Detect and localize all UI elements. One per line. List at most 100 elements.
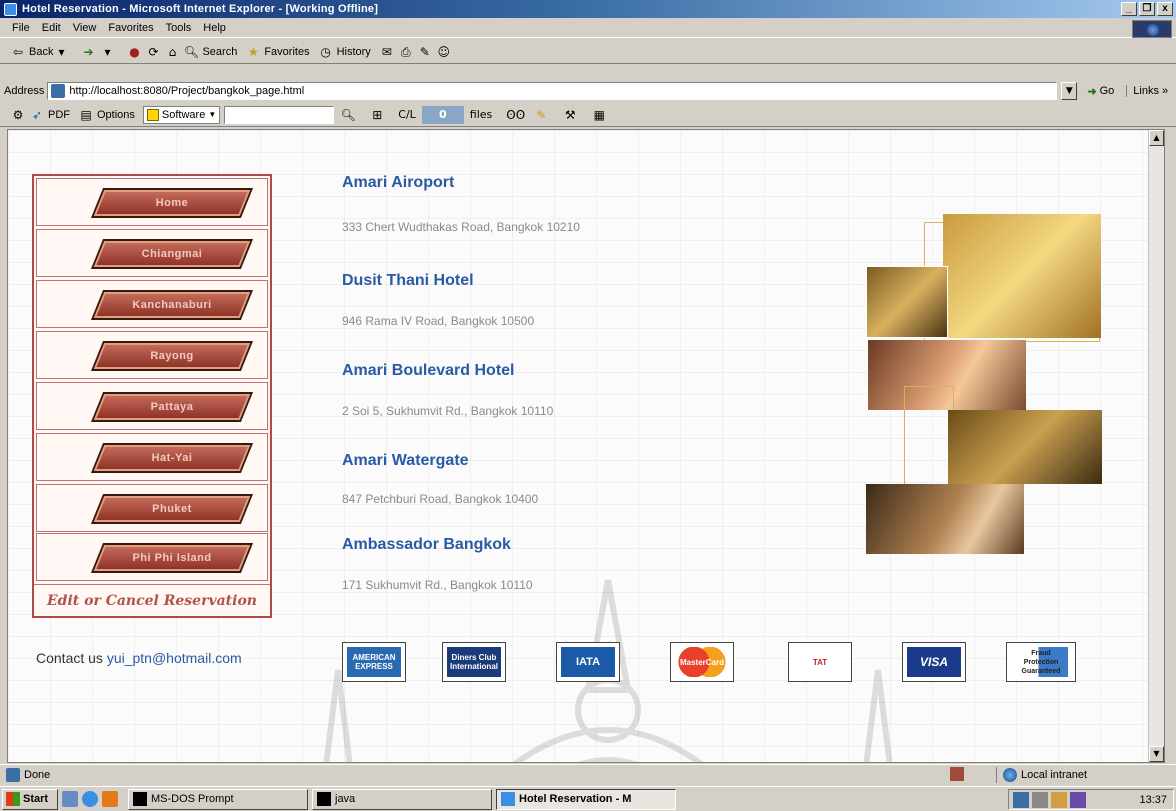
maximize-button[interactable]: ❒ (1139, 2, 1155, 16)
intranet-icon (1003, 768, 1017, 782)
menu-item-hat-yai[interactable]: Hat-Yai (36, 433, 268, 481)
forward-button[interactable]: ➔ ▾ (80, 44, 118, 60)
history-button[interactable]: ◷ History (318, 44, 371, 60)
address-url: http://localhost:8080/Project/bangkok_pa… (69, 85, 305, 97)
minimize-button[interactable]: _ (1121, 2, 1137, 16)
hotel-name-link[interactable]: Amari Watergate (342, 452, 469, 470)
card-label: TAT (793, 647, 847, 677)
home-icon[interactable]: ⌂ (164, 44, 180, 60)
status-text: Done (6, 767, 50, 782)
menu-item-label: Kanchanaburi (132, 299, 212, 311)
highlight-icon[interactable]: ⊞ (369, 107, 385, 123)
back-label: Back (29, 45, 54, 58)
start-button[interactable]: Start (2, 788, 58, 810)
contact-label: Contact us (36, 650, 103, 666)
card-label: Fraud Protection Guaranteed (1014, 647, 1068, 677)
refresh-icon[interactable]: ⟳ (145, 44, 161, 60)
glasses-icon[interactable]: ʘʘ (506, 107, 525, 123)
tray-network-icon[interactable] (1013, 791, 1029, 808)
clock: 13:37 (1139, 793, 1167, 806)
browser-viewport: Home Chiangmai Kanchanaburi Rayong Patta… (7, 129, 1165, 763)
back-button[interactable]: ⇦ Back ▾ (10, 44, 72, 60)
software-label: Software (161, 108, 206, 121)
menu-item-label: Phi Phi Island (132, 552, 212, 564)
scroll-down-arrow-icon[interactable]: ▼ (1149, 746, 1164, 762)
print-icon[interactable]: ⎙ (398, 44, 414, 60)
contact-email-link[interactable]: yui_ptn@hotmail.com (107, 650, 242, 666)
status-bar: Done Local intranet (0, 764, 1176, 784)
menu-item-pattaya[interactable]: Pattaya (36, 382, 268, 430)
address-dropdown-button[interactable]: ▼ (1061, 82, 1078, 100)
task-hotel-reservation[interactable]: Hotel Reservation - M (496, 788, 676, 810)
addon-icon[interactable]: ⚙ (10, 107, 26, 123)
links-button[interactable]: Links » (1126, 85, 1168, 97)
menu-favorites[interactable]: Favorites (108, 22, 153, 34)
menu-item-home[interactable]: Home (36, 178, 268, 226)
messenger-icon[interactable]: ☺ (436, 44, 452, 60)
media-player-icon[interactable] (102, 791, 118, 807)
addon-toolbar: ⚙ ➶ PDF ▤ Options Software ▼ 🔍︎ ⊞ C/L 0 … (0, 103, 1176, 127)
menu-item-label: Hat-Yai (151, 452, 193, 464)
search-button[interactable]: 🔍︎ Search (183, 44, 237, 60)
software-select[interactable]: Software ▼ (142, 105, 221, 124)
pdf-button[interactable]: ➶ PDF (29, 107, 70, 123)
history-label: History (336, 45, 371, 58)
menu-help[interactable]: Help (203, 22, 226, 34)
menu-item-rayong[interactable]: Rayong (36, 331, 268, 379)
search-icon[interactable]: 🔍︎ (340, 107, 356, 123)
stop-icon[interactable]: ● (126, 44, 142, 60)
task-label: MS-DOS Prompt (151, 793, 234, 805)
pdf-icon: ➶ (31, 107, 43, 122)
address-input[interactable]: http://localhost:8080/Project/bangkok_pa… (47, 82, 1058, 100)
show-desktop-icon[interactable] (62, 791, 78, 807)
vertical-scrollbar[interactable]: ▲ ▼ (1148, 130, 1164, 762)
ie-icon (4, 2, 17, 16)
toolbar-search-input[interactable] (224, 105, 335, 124)
hotel-interior-photo (866, 266, 948, 338)
menu-item-label: Home (155, 197, 189, 209)
hotel-name-link[interactable]: Amari Boulevard Hotel (342, 362, 514, 380)
tools-icon[interactable]: ⚒ (562, 107, 578, 123)
tray-volume-icon[interactable] (1051, 791, 1067, 808)
edit-cancel-reservation-link[interactable]: Edit or Cancel Reservation (34, 584, 270, 616)
ie-quicklaunch-icon[interactable] (82, 791, 98, 807)
menu-item-chiangmai[interactable]: Chiangmai (36, 229, 268, 277)
hotel-name-link[interactable]: Ambassador Bangkok (342, 536, 511, 554)
menu-tools[interactable]: Tools (166, 22, 192, 34)
menu-item-kanchanaburi[interactable]: Kanchanaburi (36, 280, 268, 328)
task-java[interactable]: java (312, 788, 492, 810)
page-tool-icon[interactable]: ▦ (591, 107, 607, 123)
network-icon (950, 767, 964, 781)
contact-line: Contact us yui_ptn@hotmail.com (36, 650, 242, 666)
menu-item-phuket[interactable]: Phuket (36, 484, 268, 532)
search-label: Search (202, 45, 238, 58)
search-icon: 🔍︎ (183, 44, 200, 59)
go-button[interactable]: ➜ Go (1087, 85, 1114, 98)
card-label: Diners Club International (447, 647, 501, 677)
files-label: files (469, 108, 493, 121)
mail-icon[interactable]: ✉ (379, 44, 395, 60)
page-icon (6, 767, 20, 782)
close-button[interactable]: x (1157, 2, 1173, 16)
options-button[interactable]: ▤ Options (78, 107, 135, 123)
pen-icon[interactable]: ✎ (533, 107, 549, 123)
fraud-protection-logo: Fraud Protection Guaranteed (1006, 642, 1076, 682)
menu-edit[interactable]: Edit (42, 22, 61, 34)
menu-file[interactable]: File (12, 22, 30, 34)
start-label: Start (23, 793, 49, 805)
hotel-name-link[interactable]: Dusit Thani Hotel (342, 272, 474, 290)
task-ms-dos-prompt[interactable]: MS-DOS Prompt (128, 788, 308, 810)
card-label: AMERICAN EXPRESS (347, 647, 401, 677)
menu-item-phi-phi-island[interactable]: Phi Phi Island (36, 533, 268, 581)
tray-app-icon[interactable] (1032, 791, 1048, 808)
city-menu: Home Chiangmai Kanchanaburi Rayong Patta… (32, 174, 272, 618)
favorites-button[interactable]: ★ Favorites (245, 44, 310, 60)
scroll-up-arrow-icon[interactable]: ▲ (1149, 130, 1164, 146)
dropdown-icon: ▼ (208, 110, 217, 119)
menu-view[interactable]: View (73, 22, 97, 34)
hotel-name-link[interactable]: Amari Airoport (342, 174, 454, 192)
options-icon: ▤ (80, 107, 92, 122)
edit-icon[interactable]: ✎ (417, 44, 433, 60)
amex-logo: AMERICAN EXPRESS (342, 642, 406, 682)
tray-msn-icon[interactable] (1070, 791, 1086, 808)
